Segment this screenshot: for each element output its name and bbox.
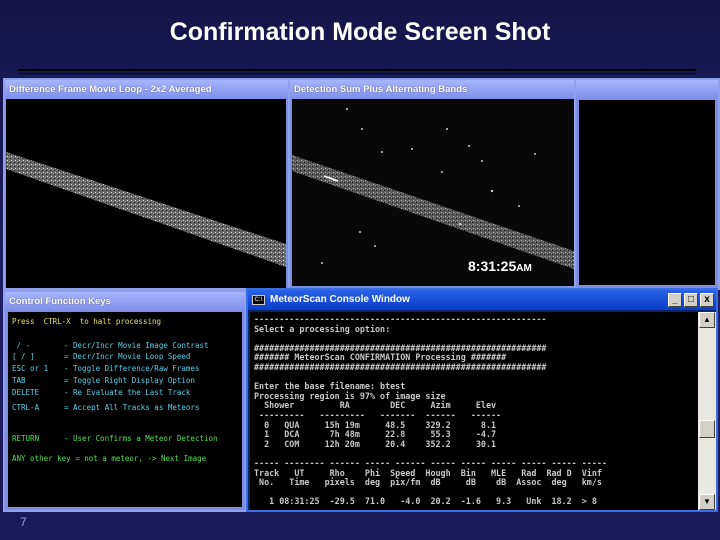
- control-key-row: ESC or 1 - Toggle Difference/Raw Frames: [12, 364, 199, 373]
- key-description: - Toggle Difference/Raw Frames: [64, 364, 200, 373]
- key-description: = Accept All Tracks as Meteors: [64, 403, 200, 412]
- console-icon: C:\: [252, 295, 265, 305]
- key-name: [ / ]: [12, 352, 35, 361]
- timestamp-overlay: 8:31:25AM: [468, 258, 532, 274]
- meteor-streak: [6, 152, 286, 267]
- console-titlebar[interactable]: C:\ MeteorScan Console Window _ □ x: [248, 290, 716, 310]
- control-key-row: TAB = Toggle Right Display Option: [12, 376, 195, 385]
- key-description: = Decr/Incr Movie Loop Speed: [64, 352, 191, 361]
- minimize-button[interactable]: _: [668, 293, 682, 307]
- key-name: Press CTRL-X to halt processing: [12, 317, 162, 326]
- close-button[interactable]: x: [700, 293, 714, 307]
- right-display-panel: [574, 78, 720, 290]
- control-key-row: Press CTRL-X to halt processing: [12, 317, 161, 326]
- console-line: No. Time pixels deg pix/fm dB dB dB Asso…: [254, 477, 602, 488]
- key-name: ANY other key = not a meteor, -> Next Im…: [12, 454, 207, 463]
- title-divider: [18, 69, 696, 71]
- key-name: CTRL-A: [12, 403, 40, 412]
- console-text: ----------------------------------------…: [250, 312, 698, 510]
- key-description: - User Confirms a Meteor Detection: [64, 434, 218, 443]
- console-line: 2 COM 12h 20m 20.4 352.2 30.1: [254, 438, 497, 449]
- control-key-row: CTRL-A = Accept All Tracks as Meteors: [12, 403, 199, 412]
- console-output: ----------------------------------------…: [250, 312, 698, 510]
- scroll-thumb[interactable]: [699, 420, 715, 438]
- console-line: ########################################…: [254, 361, 547, 372]
- panel-title: [576, 80, 718, 99]
- panel-title: Control Function Keys: [5, 292, 245, 311]
- panel-title: Difference Frame Movie Loop - 2x2 Averag…: [5, 80, 288, 99]
- title-divider-thin: [18, 73, 696, 74]
- console-window: C:\ MeteorScan Console Window _ □ x ----…: [246, 288, 718, 512]
- key-description: = Toggle Right Display Option: [64, 376, 195, 385]
- meteor-streak: [292, 155, 574, 269]
- key-name: TAB: [12, 376, 26, 385]
- scroll-up-button[interactable]: ▲: [699, 312, 715, 328]
- control-key-row: ANY other key = not a meteor, -> Next Im…: [12, 454, 206, 463]
- key-description: - Decr/Incr Movie Image Contrast: [64, 341, 209, 350]
- difference-frame-image: [6, 99, 286, 288]
- right-display-area: [579, 100, 715, 285]
- slide-title: Confirmation Mode Screen Shot: [169, 18, 551, 46]
- maximize-button[interactable]: □: [684, 293, 698, 307]
- key-name: DELETE: [12, 388, 40, 397]
- scroll-down-button[interactable]: ▼: [699, 494, 715, 510]
- panel-title: Detection Sum Plus Alternating Bands: [290, 80, 574, 99]
- control-key-row: / - - Decr/Incr Movie Image Contrast: [12, 341, 209, 350]
- console-title: MeteorScan Console Window: [270, 294, 410, 305]
- control-key-row: DELETE - Re Evaluate the Last Track: [12, 388, 190, 397]
- console-line: 1 08:31:25 -29.5 71.0 -4.0 20.2 -1.6 9.3…: [254, 496, 597, 507]
- key-name: / -: [12, 341, 31, 350]
- key-name: ESC or 1: [12, 364, 49, 373]
- key-description: - Re Evaluate the Last Track: [64, 388, 191, 397]
- page-number: 7: [20, 515, 27, 529]
- key-name: RETURN: [12, 434, 40, 443]
- control-key-row: RETURN - User Confirms a Meteor Detection: [12, 434, 218, 443]
- clock-ampm: AM: [516, 263, 532, 274]
- clock-time: 8:31:25: [468, 258, 517, 274]
- console-scrollbar[interactable]: ▲ ▼: [698, 312, 716, 510]
- console-line: Select a processing option:: [254, 323, 391, 334]
- control-key-row: [ / ] = Decr/Incr Movie Loop Speed: [12, 352, 190, 361]
